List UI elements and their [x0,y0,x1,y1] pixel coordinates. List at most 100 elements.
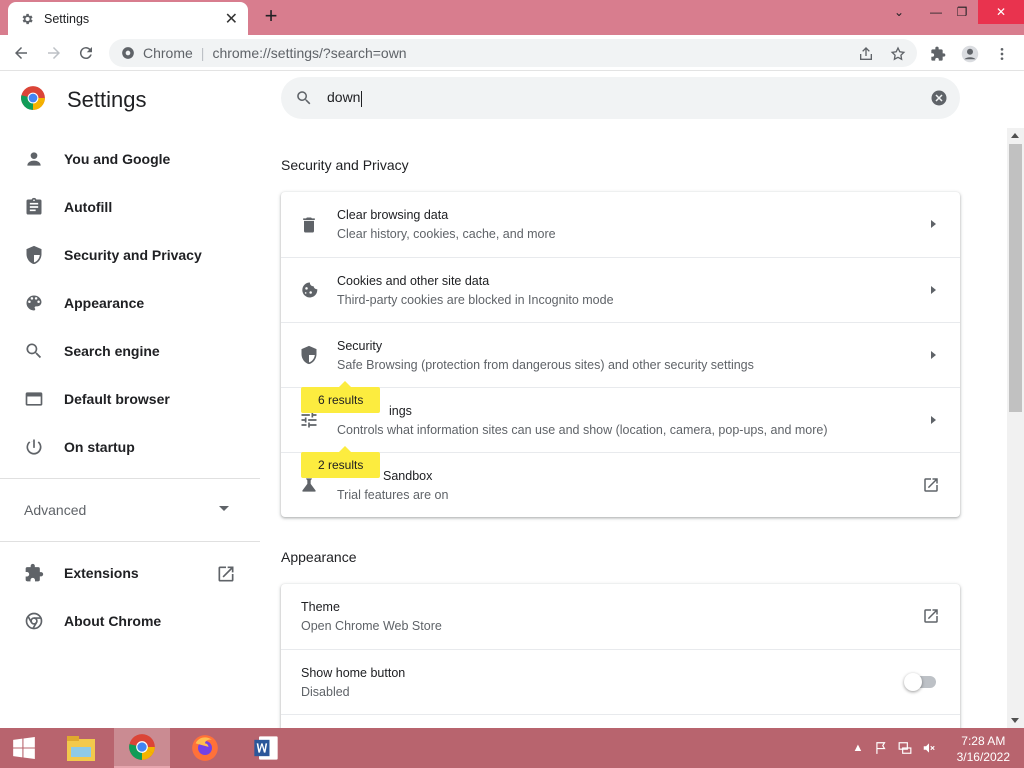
share-button[interactable] [856,44,876,64]
address-url: chrome://settings/?search=own [212,45,407,61]
profile-button[interactable] [960,44,980,64]
sidebar-item-label: You and Google [64,151,171,167]
row-subtitle: Controls what information sites can use … [337,422,828,437]
row-subtitle: Clear history, cookies, cache, and more [337,227,556,241]
sidebar-item-you-and-google[interactable]: You and Google [0,135,260,183]
open-in-new-icon [924,609,938,623]
taskbar-firefox[interactable] [177,728,233,768]
row-title: Theme [301,600,340,614]
scroll-up-icon[interactable] [1011,133,1019,138]
row-theme[interactable]: Theme Open Chrome Web Store [281,584,960,649]
tab-close-icon[interactable]: ✕ [225,9,238,29]
chrome-site-icon [122,47,134,59]
row-title: ings [389,403,412,418]
row-site-settings[interactable]: ings Controls what information sites can… [281,387,960,452]
reload-icon [79,47,92,60]
page-scrollbar[interactable] [1007,128,1024,728]
menu-button[interactable] [992,44,1012,64]
row-cookies[interactable]: Cookies and other site data Third-party … [281,257,960,322]
chevron-right-icon [931,220,936,228]
forward-button[interactable] [42,41,66,65]
sidebar-advanced-toggle[interactable]: Advanced [0,486,260,534]
page-title: Settings [67,87,147,112]
home-button-toggle[interactable] [904,673,936,691]
action-center-flag-icon[interactable] [873,740,889,756]
sidebar-item-autofill[interactable]: Autofill [0,183,260,231]
sidebar-item-appearance[interactable]: Appearance [0,279,260,327]
row-privacy-sandbox[interactable]: Sandbox Trial features are on [281,452,960,517]
sidebar-item-default-browser[interactable]: Default browser [0,375,260,423]
sidebar-item-label: On startup [64,439,135,455]
trash-icon [303,217,315,232]
row-title: Sandbox [383,468,433,483]
chrome-icon [129,734,155,760]
person-icon [27,152,41,166]
open-in-new-icon [924,478,938,492]
more-vert-icon [1000,48,1004,60]
toggle-knob [904,673,922,691]
row-show-home-button[interactable]: Show home button Disabled [281,649,960,714]
row-subtitle: Open Chrome Web Store [301,619,442,633]
row-subtitle: Safe Browsing (protection from dangerous… [337,357,754,372]
sidebar-divider [0,541,260,542]
volume-muted-icon[interactable] [921,740,937,756]
start-button[interactable] [0,728,48,768]
new-tab-button[interactable]: + [259,5,283,29]
row-security[interactable]: Security Safe Browsing (protection from … [281,322,960,387]
row-subtitle: Third-party cookies are blocked in Incog… [337,292,614,307]
row-next [281,714,960,728]
taskbar-word[interactable] [238,728,294,768]
sidebar-item-about-chrome[interactable]: About Chrome [0,597,260,645]
taskbar-chrome[interactable] [114,728,170,768]
text-cursor [361,90,363,107]
taskbar-clock[interactable]: 7:28 AM 3/16/2022 [957,733,1010,765]
sidebar-divider [0,478,260,479]
browser-window-icon [25,392,43,406]
browser-toolbar: Chrome | chrome://settings/?search=own [0,35,1024,71]
avatar-icon [961,45,979,63]
row-title: Clear browsing data [337,208,449,222]
clipboard-icon [26,197,42,215]
row-clear-browsing-data[interactable]: Clear browsing data Clear history, cooki… [281,192,960,257]
gear-icon [22,13,33,24]
windows-logo-icon [13,736,35,760]
restore-button[interactable]: ❐ [945,0,979,24]
address-bar[interactable]: Chrome | chrome://settings/?search=own [109,39,917,67]
chrome-logo-icon [21,86,45,110]
bookmark-button[interactable] [888,44,908,64]
scroll-down-icon[interactable] [1011,718,1019,723]
sidebar-item-label: Appearance [64,295,145,311]
sidebar-item-on-startup[interactable]: On startup [0,423,260,471]
sidebar-item-label: Security and Privacy [64,247,202,263]
windows-taskbar: ▲ 7:28 AM 3/16/2022 [0,728,1024,768]
tab-search-chevron-icon[interactable]: ⌄ [882,0,916,24]
settings-search-field[interactable]: down [281,77,960,119]
tab-strip: Settings ✕ + ⌄ — ❐ ✕ [0,0,1024,35]
tab-settings[interactable]: Settings ✕ [8,2,248,35]
chevron-right-icon [931,286,936,294]
palette-icon [26,295,42,311]
sidebar-item-extensions[interactable]: Extensions [0,549,260,597]
tray-overflow-icon[interactable]: ▲ [850,740,866,756]
search-input[interactable]: down [327,89,360,105]
scrollbar-thumb[interactable] [1009,144,1022,412]
tune-icon [301,412,317,428]
sidebar-item-search-engine[interactable]: Search engine [0,327,260,375]
back-button[interactable] [9,41,33,65]
shield-icon [301,345,317,365]
clear-search-icon[interactable] [930,89,948,107]
reload-button[interactable] [74,41,98,65]
extensions-button[interactable] [928,44,948,64]
power-icon [26,439,42,455]
row-subtitle: Trial features are on [337,487,449,502]
appearance-card: Theme Open Chrome Web Store Show home bu… [281,584,960,728]
sidebar-item-security-and-privacy[interactable]: Security and Privacy [0,231,260,279]
chevron-right-icon [931,351,936,359]
close-window-button[interactable]: ✕ [978,0,1024,24]
network-icon[interactable] [897,740,913,756]
search-icon [26,343,42,359]
row-title: Cookies and other site data [337,273,490,288]
sidebar-advanced-label: Advanced [24,502,87,518]
open-in-new-icon [218,566,234,582]
taskbar-file-explorer[interactable] [53,728,109,768]
